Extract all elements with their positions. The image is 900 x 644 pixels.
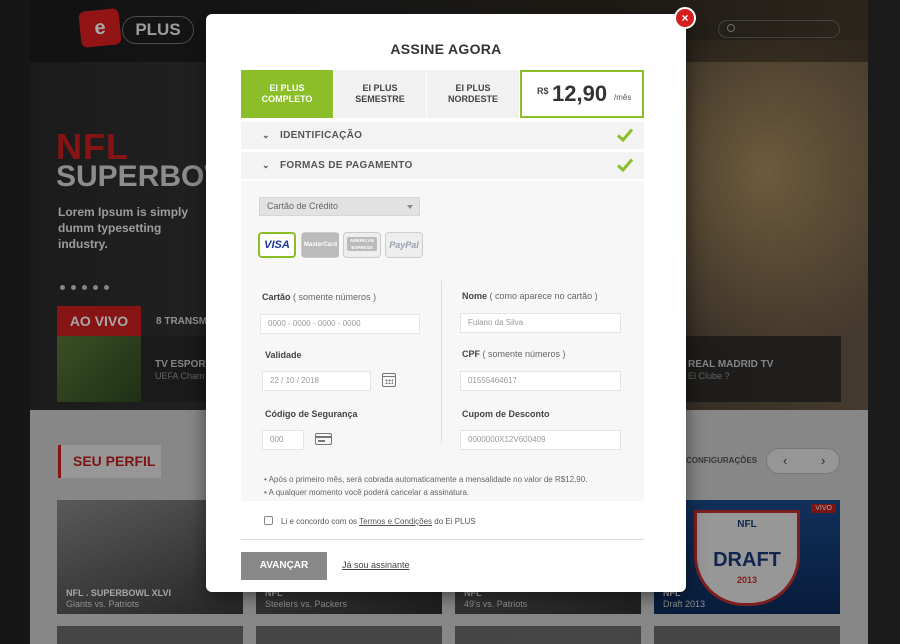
name-label: Nome ( como aparece no cartão ) <box>462 291 598 301</box>
check-icon <box>616 128 634 143</box>
payment-panel: Cartão de Crédito VISA MasterCard AMERIC… <box>241 181 644 501</box>
validity-input[interactable]: 22 / 10 / 2018 <box>262 371 371 391</box>
footer-divider <box>241 539 644 540</box>
mastercard-logo: MasterCard <box>302 233 340 257</box>
plan-tab-nordeste[interactable]: EI PLUS NORDESTE <box>427 70 520 118</box>
plan-line2: NORDESTE <box>447 94 498 104</box>
price-value: 12,90 <box>552 81 608 106</box>
cvv-card-icon <box>315 433 332 445</box>
visa-logo: VISA <box>264 239 290 251</box>
price-currency: R$ <box>537 86 549 96</box>
coupon-label: Cupom de Desconto <box>462 409 550 419</box>
calendar-icon[interactable] <box>382 373 396 387</box>
payment-method-select[interactable]: Cartão de Crédito <box>259 197 420 216</box>
plan-line1: EI PLUS <box>269 83 305 93</box>
terms-suffix: do Ei PLUS <box>432 517 476 526</box>
close-button[interactable]: × <box>674 7 696 29</box>
coupon-input[interactable]: 0000000X12V600409 <box>460 430 621 450</box>
amex-logo: AMERICAN EXPRESS <box>347 237 377 252</box>
billing-note: • Após o primeiro mês, será cobrada auto… <box>264 475 588 484</box>
mastercard-card-option[interactable]: MasterCard <box>301 232 340 258</box>
accordion-formas-pagamento[interactable]: ⌄ FORMAS DE PAGAMENTO <box>241 152 644 180</box>
cancel-note: • A qualquer momento você poderá cancela… <box>264 488 470 497</box>
plan-tabs: EI PLUS COMPLETO EI PLUS SEMESTRE EI PLU… <box>241 70 644 118</box>
card-number-label: Cartão ( somente números ) <box>262 292 377 302</box>
chevron-down-icon: ⌄ <box>262 160 270 170</box>
plan-line2: COMPLETO <box>261 94 313 104</box>
price-period: /mês <box>614 93 632 102</box>
cvv-input[interactable]: 000 <box>262 430 304 450</box>
paypal-logo: PayPal <box>389 240 419 250</box>
caret-down-icon <box>407 205 413 209</box>
accordion-identificacao[interactable]: ⌄ IDENTIFICAÇÃO <box>241 122 644 150</box>
plan-line1: EI PLUS <box>362 83 398 93</box>
terms-prefix: Li e concordo com os <box>281 517 360 526</box>
cpf-label: CPF ( somente números ) <box>462 349 566 359</box>
already-subscriber-link[interactable]: Já sou assinante <box>342 560 410 570</box>
modal-title: ASSINE AGORA <box>390 41 502 57</box>
price-box: R$ 12,90 /mês <box>520 70 644 118</box>
card-number-input[interactable]: 0000 - 0000 - 0000 - 0000 <box>260 314 420 334</box>
paypal-card-option[interactable]: PayPal <box>385 232 423 258</box>
payment-method-value: Cartão de Crédito <box>267 201 339 211</box>
plan-tab-semestre[interactable]: EI PLUS SEMESTRE <box>334 70 427 118</box>
cpf-input[interactable]: 01555464617 <box>460 371 621 391</box>
terms-link[interactable]: Termos e Condições <box>359 517 432 526</box>
plan-line2: SEMESTRE <box>355 94 405 104</box>
terms-checkbox[interactable] <box>264 516 273 525</box>
visa-card-option[interactable]: VISA <box>258 232 296 258</box>
terms-row: Li e concordo com os Termos e Condições … <box>264 516 476 526</box>
name-input[interactable]: Fulano da Silva <box>460 313 621 333</box>
accordion-label: FORMAS DE PAGAMENTO <box>280 160 413 171</box>
subscribe-modal: ASSINE AGORA EI PLUS COMPLETO EI PLUS SE… <box>206 14 686 592</box>
column-divider <box>441 281 442 443</box>
amex-card-option[interactable]: AMERICAN EXPRESS <box>343 232 381 258</box>
plan-line1: EI PLUS <box>455 83 491 93</box>
plan-tab-completo[interactable]: EI PLUS COMPLETO <box>241 70 334 118</box>
accordion-label: IDENTIFICAÇÃO <box>280 130 363 141</box>
check-icon <box>616 158 634 173</box>
next-button[interactable]: AVANÇAR <box>241 552 327 580</box>
cvv-label: Código de Segurança <box>265 409 358 419</box>
chevron-down-icon: ⌄ <box>262 130 270 140</box>
validity-label: Validade <box>265 350 302 360</box>
